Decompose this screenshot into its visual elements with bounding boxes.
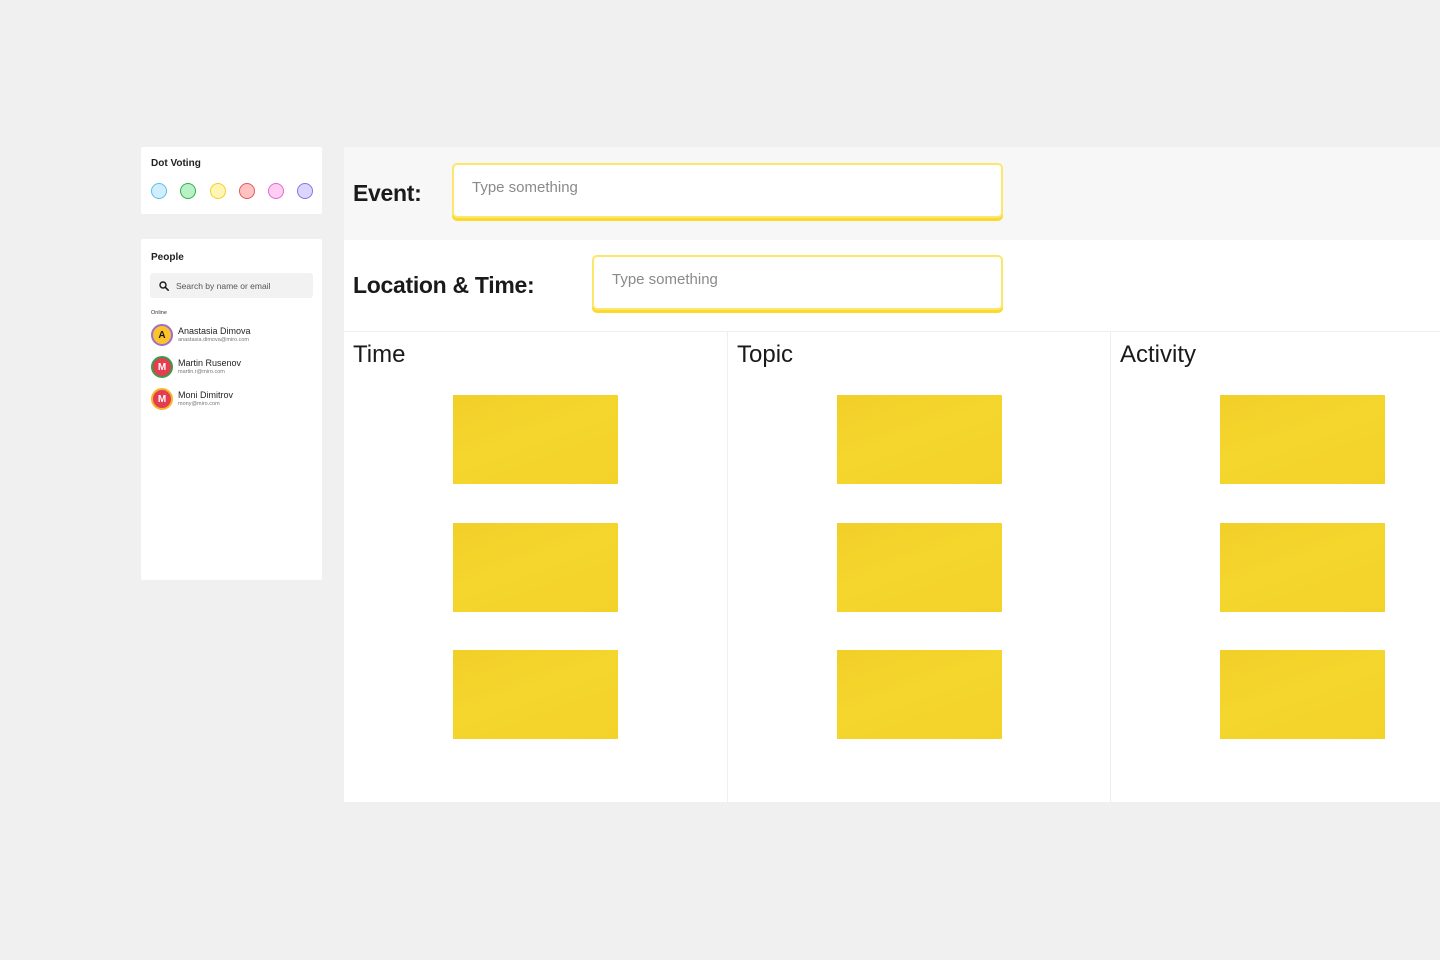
location-time-row: Location & Time: Type something	[344, 240, 1440, 332]
event-row: Event: Type something	[344, 147, 1440, 240]
event-label: Event:	[353, 180, 422, 206]
sticky-note[interactable]	[837, 650, 1002, 739]
person-name: Martin Rusenov	[178, 357, 242, 368]
sticky-note[interactable]	[453, 650, 618, 739]
person-email: martin.r@miro.com	[178, 368, 225, 375]
board-columns: Time Topic Activity	[344, 332, 1440, 802]
location-time-input[interactable]: Type something	[592, 255, 1003, 310]
voting-dot-purple[interactable]	[297, 183, 314, 199]
column-activity: Activity	[1110, 332, 1440, 802]
location-time-label: Location & Time:	[353, 272, 535, 298]
voting-dot-yellow[interactable]	[209, 183, 226, 199]
avatar: A	[151, 324, 173, 346]
person-email: anastasia.dimova@miro.com	[178, 336, 249, 343]
people-search-input[interactable]: Search by name or email	[150, 273, 313, 298]
sticky-note[interactable]	[1220, 395, 1385, 484]
dot-voting-title: Dot Voting	[151, 158, 201, 169]
column-title: Topic	[737, 341, 794, 368]
dot-voting-dots	[151, 183, 314, 199]
sticky-note[interactable]	[1220, 523, 1385, 612]
person-info: Anastasia Dimova anastasia.dimova@miro.co…	[178, 325, 251, 344]
sticky-note[interactable]	[453, 523, 618, 612]
voting-dot-green[interactable]	[180, 183, 197, 199]
person-info: Moni Dimitrov mony@miro.com	[178, 389, 234, 408]
sticky-note[interactable]	[837, 523, 1002, 612]
people-panel: People Search by name or email Online AA…	[141, 239, 322, 580]
person-item[interactable]: M Moni Dimitrov mony@miro.com	[151, 388, 233, 410]
board: Event: Type something Location & Time: T…	[344, 147, 1440, 802]
search-placeholder: Search by name or email	[176, 280, 271, 291]
person-item[interactable]: M Martin Rusenov martin.r@miro.com	[151, 356, 241, 378]
column-title: Activity	[1120, 341, 1197, 368]
online-label: Online	[151, 310, 167, 316]
people-title: People	[151, 252, 184, 263]
person-item[interactable]: A Anastasia Dimova anastasia.dimova@miro.c…	[151, 324, 251, 346]
person-info: Martin Rusenov martin.r@miro.com	[178, 357, 242, 376]
avatar: M	[151, 388, 173, 410]
dot-voting-panel: Dot Voting	[141, 147, 322, 214]
column-title: Time	[353, 341, 406, 368]
voting-dot-red[interactable]	[238, 183, 255, 199]
person-email: mony@miro.com	[178, 400, 220, 407]
sticky-note[interactable]	[453, 395, 618, 484]
column-topic: Topic	[727, 332, 1110, 802]
voting-dot-blue[interactable]	[151, 183, 167, 199]
column-time: Time	[344, 332, 727, 802]
avatar: M	[151, 356, 173, 378]
person-name: Moni Dimitrov	[178, 389, 234, 400]
sticky-note[interactable]	[1220, 650, 1385, 739]
sticky-note[interactable]	[837, 395, 1002, 484]
voting-dot-pink[interactable]	[268, 183, 285, 199]
event-input[interactable]: Type something	[452, 163, 1003, 218]
search-icon	[159, 280, 169, 291]
person-name: Anastasia Dimova	[178, 325, 251, 336]
